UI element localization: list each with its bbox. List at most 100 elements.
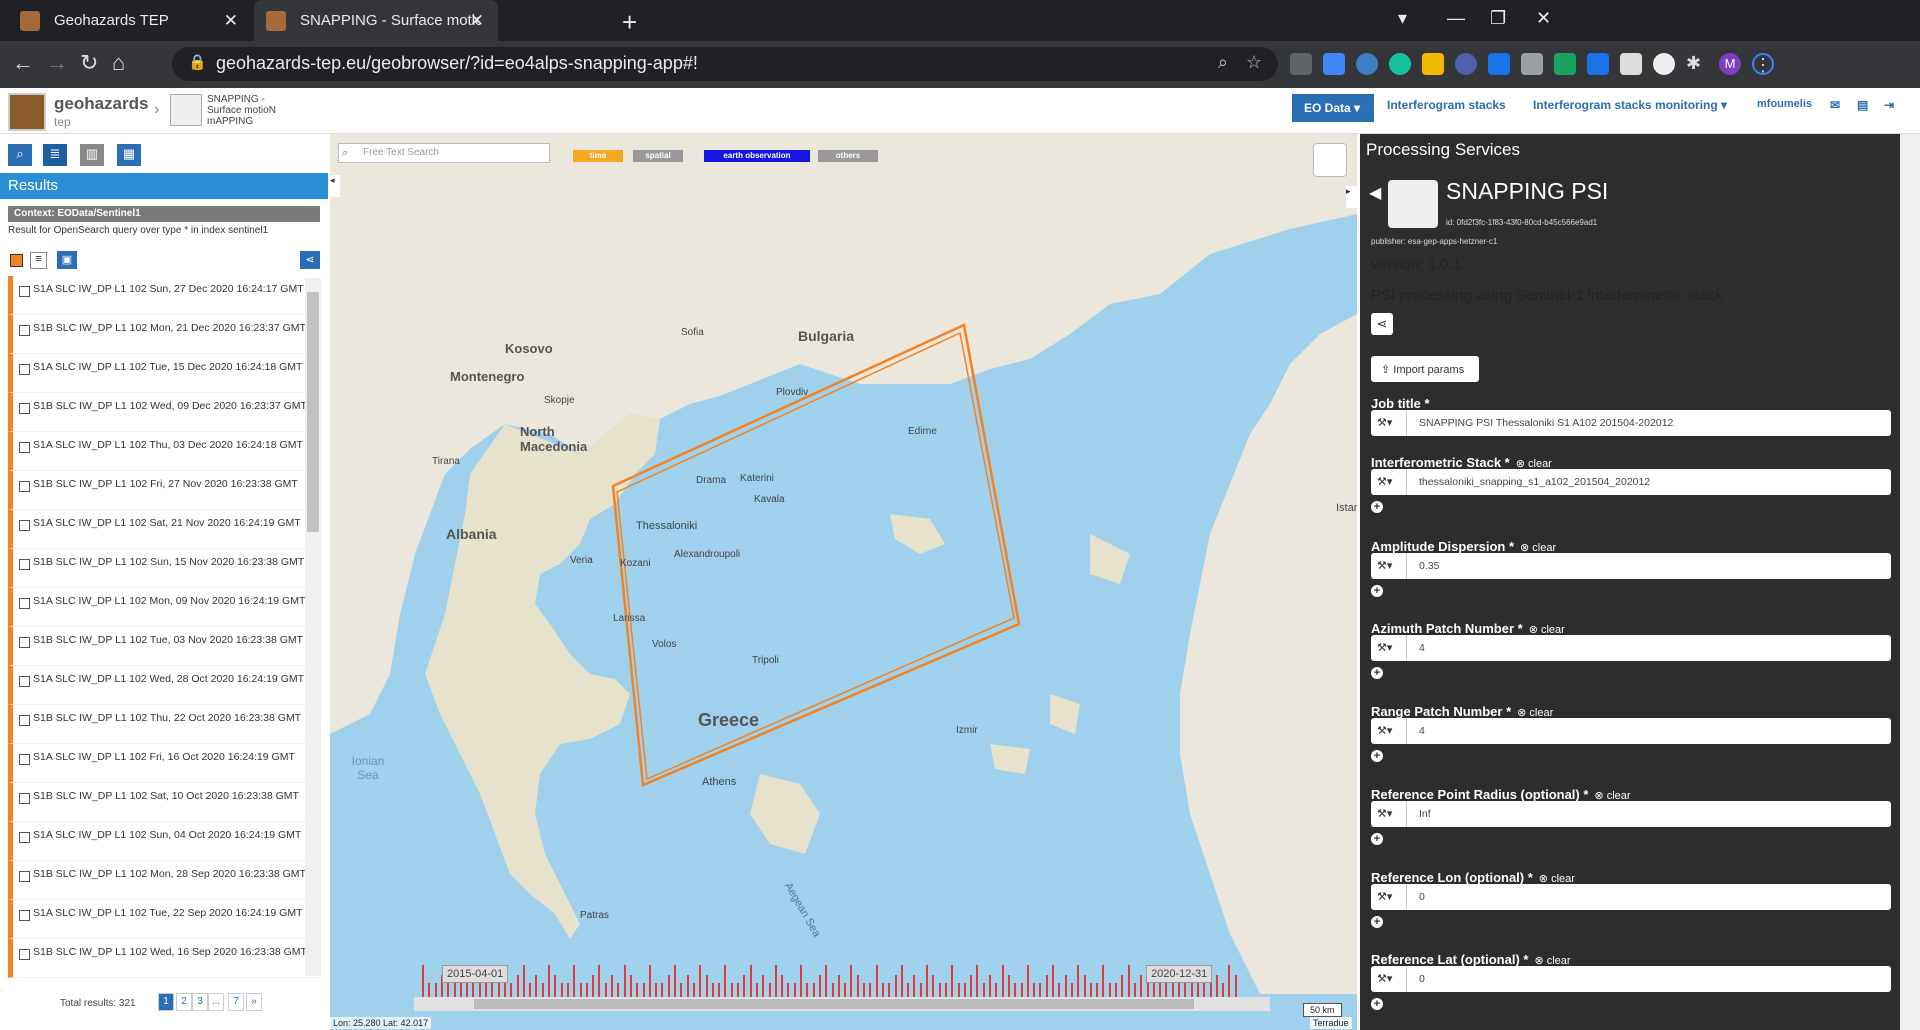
basket-icon[interactable]: ▥ [80,144,104,166]
add-value-icon[interactable]: + [1371,667,1383,679]
back-icon[interactable]: ◀ [1369,183,1381,203]
tab-close-icon[interactable]: ✕ [470,11,484,31]
app-breadcrumb-title[interactable]: SNAPPING - Surface motioN mAPPING [207,94,297,127]
list-item[interactable]: S1A SLC IW_DP L1 102 Fri, 16 Oct 2020 16… [8,744,318,783]
collapse-left-icon[interactable]: ◂ [330,175,340,197]
add-value-icon[interactable]: + [1371,750,1383,762]
close-window-button[interactable]: ✕ [1536,8,1551,29]
add-to-basket-icon[interactable]: ▣ [57,251,77,269]
wand-dropdown-icon[interactable]: ⚒▾ [1371,966,1407,992]
page-button[interactable]: » [246,993,262,1011]
map-search-input[interactable]: Free Text Search [338,143,550,163]
timeline[interactable]: 2015-04-01 2020-12-31 [414,955,1270,1017]
forward-icon[interactable]: → [46,50,68,76]
zoom-icon[interactable]: ⌕ [1218,52,1228,73]
collapse-right-icon[interactable]: ▸ [1346,186,1357,208]
add-value-icon[interactable]: + [1371,501,1383,513]
filter-chip-others[interactable]: others [818,150,878,162]
filter-chip-eo[interactable]: earth observation [704,150,810,162]
page-button[interactable]: 3 [192,993,208,1011]
eo-data-dropdown[interactable]: EO Data ▾ [1292,94,1374,122]
wand-dropdown-icon[interactable]: ⚒▾ [1371,635,1407,661]
add-value-icon[interactable]: + [1371,833,1383,845]
parameter-input[interactable]: 4 [1407,718,1891,744]
filter-chip-time[interactable]: time [573,150,623,162]
map-attribution[interactable]: Terradue [1310,1017,1352,1029]
list-item[interactable]: S1B SLC IW_DP L1 102 Sun, 15 Nov 2020 16… [8,549,318,588]
list-item[interactable]: S1A SLC IW_DP L1 102 Sun, 04 Oct 2020 16… [8,822,318,861]
mendeley-icon[interactable] [1587,53,1609,75]
logout-icon[interactable]: ⇥ [1884,98,1894,112]
parameter-input[interactable]: 0.35 [1407,553,1891,579]
wand-dropdown-icon[interactable]: ⚒▾ [1371,553,1407,579]
interferogram-monitoring-dropdown[interactable]: Interferogram stacks monitoring ▾ [1533,98,1727,112]
tab-close-icon[interactable]: ✕ [224,11,238,31]
extension-icon[interactable] [1521,53,1543,75]
calendar-icon[interactable]: ▦ [117,144,141,166]
extension-icon[interactable] [1554,53,1576,75]
block-icon[interactable] [1455,53,1477,75]
list-item[interactable]: S1B SLC IW_DP L1 102 Sat, 10 Oct 2020 16… [8,783,318,822]
share-icon[interactable]: ⋖ [1371,313,1393,335]
menu-icon[interactable]: ⋮ [1752,53,1774,75]
list-item[interactable]: S1B SLC IW_DP L1 102 Wed, 16 Sep 2020 16… [8,939,318,978]
parameter-input[interactable]: 0 [1407,966,1891,992]
map-canvas[interactable]: Montenegro Kosovo North Macedonia Albani… [330,134,1357,1030]
wand-dropdown-icon[interactable]: ⚒▾ [1371,884,1407,910]
extension-icon[interactable] [1488,53,1510,75]
list-icon[interactable]: ≣ [43,144,67,166]
printer-icon[interactable] [1620,53,1642,75]
add-value-icon[interactable]: + [1371,585,1383,597]
list-item[interactable]: S1A SLC IW_DP L1 102 Thu, 03 Dec 2020 16… [8,432,318,471]
grammarly-icon[interactable] [1389,53,1411,75]
add-value-icon[interactable]: + [1371,998,1383,1010]
book-icon[interactable]: ▤ [1857,98,1868,112]
parameter-input[interactable]: Inf [1407,801,1891,827]
page-button[interactable]: 2 [176,993,192,1011]
select-all-checkbox[interactable] [10,254,23,267]
interferogram-stacks-link[interactable]: Interferogram stacks [1387,98,1506,112]
list-item[interactable]: S1A SLC IW_DP L1 102 Mon, 09 Nov 2020 16… [8,588,318,627]
list-item[interactable]: S1A SLC IW_DP L1 102 Sat, 21 Nov 2020 16… [8,510,318,549]
new-tab-button[interactable]: + [622,7,637,38]
parameter-input[interactable]: 0 [1407,884,1891,910]
add-value-icon[interactable]: + [1371,916,1383,928]
scrollbar-thumb[interactable] [307,292,319,532]
list-item[interactable]: S1B SLC IW_DP L1 102 Tue, 03 Nov 2020 16… [8,627,318,666]
page-button[interactable]: ... [208,993,224,1011]
tab-search-icon[interactable]: ▾ [1398,8,1407,29]
home-icon[interactable]: ⌂ [112,50,125,76]
list-item[interactable]: S1B SLC IW_DP L1 102 Fri, 27 Nov 2020 16… [8,471,318,510]
search-icon[interactable]: ⌕ [8,144,32,166]
list-item[interactable]: S1A SLC IW_DP L1 102 Tue, 15 Dec 2020 16… [8,354,318,393]
page-button[interactable]: 1 [158,993,174,1011]
back-icon[interactable]: ← [12,50,34,76]
list-item[interactable]: S1A SLC IW_DP L1 102 Sun, 27 Dec 2020 16… [8,276,318,315]
list-item[interactable]: S1A SLC IW_DP L1 102 Tue, 22 Sep 2020 16… [8,900,318,939]
page-scrollbar[interactable] [1900,134,1920,1030]
url-input[interactable]: 🔒 geohazards-tep.eu/geobrowser/?id=eo4al… [172,47,1278,81]
list-view-icon[interactable]: ≡ [30,252,47,269]
list-item[interactable]: S1A SLC IW_DP L1 102 Wed, 28 Oct 2020 16… [8,666,318,705]
list-item[interactable]: S1B SLC IW_DP L1 102 Mon, 28 Sep 2020 16… [8,861,318,900]
mail-icon[interactable]: ✉ [1830,98,1840,112]
list-item[interactable]: S1B SLC IW_DP L1 102 Wed, 09 Dec 2020 16… [8,393,318,432]
wand-dropdown-icon[interactable]: ⚒▾ [1371,469,1407,495]
parameter-input[interactable]: SNAPPING PSI Thessaloniki S1 A102 201504… [1407,410,1891,436]
minimize-button[interactable]: — [1447,8,1465,29]
import-params-button[interactable]: ⇪ Import params [1371,356,1479,382]
profile-avatar[interactable]: M [1719,53,1741,75]
restore-button[interactable]: ❐ [1490,8,1506,29]
extension-icon[interactable] [1356,53,1378,75]
wand-dropdown-icon[interactable]: ⚒▾ [1371,718,1407,744]
reload-icon[interactable]: ↻ [80,50,98,76]
puzzle-icon[interactable]: ✱ [1686,53,1708,75]
page-button[interactable]: 7 [228,993,244,1011]
browser-tab-geohazards[interactable]: Geohazards TEP ✕ [8,0,252,41]
filter-chip-spatial[interactable]: spatial [633,150,683,162]
translate-icon[interactable] [1323,53,1345,75]
browser-tab-snapping[interactable]: SNAPPING - Surface motioN mAPP ✕ [254,0,498,41]
geohazards-logo[interactable] [8,93,46,131]
download-icon[interactable] [1422,53,1444,75]
wand-dropdown-icon[interactable]: ⚒▾ [1371,801,1407,827]
